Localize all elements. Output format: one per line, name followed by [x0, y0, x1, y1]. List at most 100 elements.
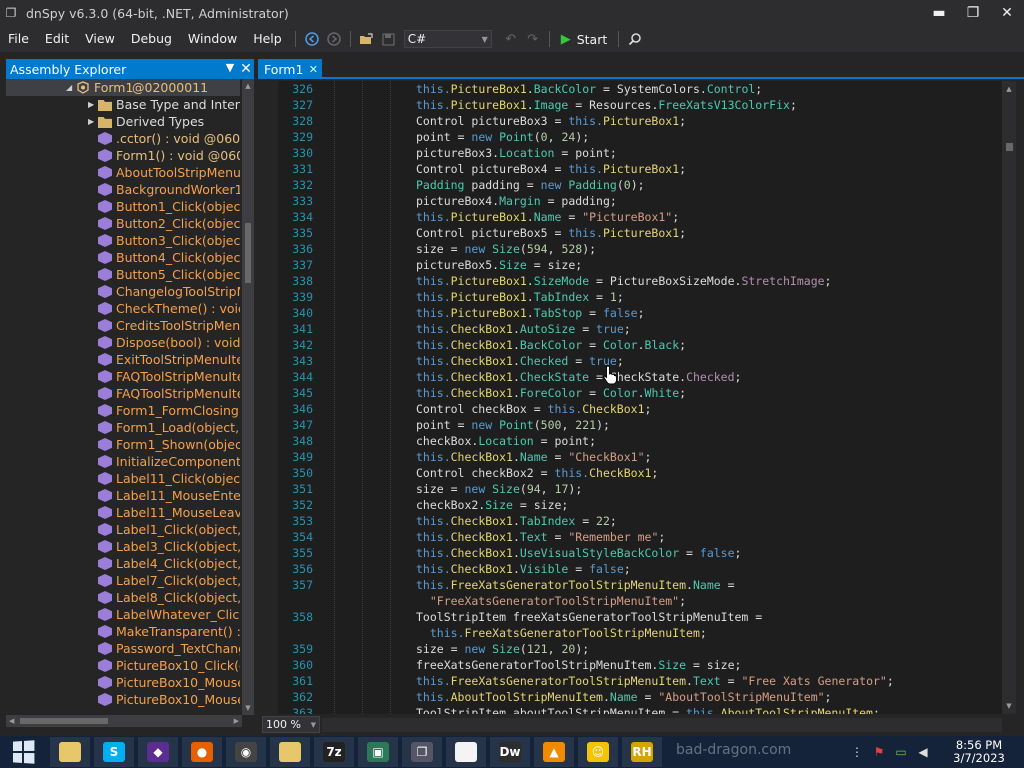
code-line[interactable]: 356 this.CheckBox1.Visible = false;: [278, 561, 1002, 577]
tree-item[interactable]: Password_TextChang: [6, 640, 240, 657]
tree-item[interactable]: Label11_Click(object,: [6, 470, 240, 487]
tree-item[interactable]: Form1_Shown(object: [6, 436, 240, 453]
code-line[interactable]: 338 this.PictureBox1.SizeMode = PictureBo…: [278, 273, 1002, 289]
scroll-up-icon[interactable]: ▲: [242, 82, 254, 90]
tree-item[interactable]: Label1_Click(object, E: [6, 521, 240, 538]
network-icon[interactable]: ▭: [890, 745, 912, 759]
tree-item[interactable]: ExitToolStripMenuIte: [6, 351, 240, 368]
code-line[interactable]: 359 size = new Size(121, 20);: [278, 641, 1002, 657]
tree-item[interactable]: Form1_Load(object,: [6, 419, 240, 436]
visual-studio-app[interactable]: ◆: [138, 737, 178, 767]
skype-app[interactable]: S: [94, 737, 134, 767]
tree-item[interactable]: InitializeComponent(): [6, 453, 240, 470]
code-editor[interactable]: 326 this.PictureBox1.BackColor = SystemCo…: [278, 81, 1002, 714]
tree-item[interactable]: Button5_Click(object: [6, 266, 240, 283]
file-explorer-app[interactable]: [50, 737, 90, 767]
window-app[interactable]: ▣: [358, 737, 398, 767]
tree-item[interactable]: BackgroundWorker1_: [6, 181, 240, 198]
tree-item[interactable]: .cctor() : void @0600: [6, 130, 240, 147]
code-line[interactable]: 350 Control checkBox2 = this.CheckBox1;: [278, 465, 1002, 481]
clock[interactable]: 8:56 PM 3/7/2023: [934, 739, 1024, 765]
assembly-tree[interactable]: ◢ Form1 @02000011 ▶ Base Type and Interf ▶ De…: [6, 79, 240, 715]
code-line[interactable]: "FreeXatsGeneratorToolStripMenuItem";: [278, 593, 1002, 609]
panel-close-icon[interactable]: ✕: [238, 61, 254, 77]
tree-item[interactable]: ▶ Base Type and Interf: [6, 96, 240, 113]
gamepad-app[interactable]: ◉: [226, 737, 266, 767]
menu-edit[interactable]: Edit: [37, 26, 77, 52]
search-icon[interactable]: [624, 28, 646, 50]
tree-item[interactable]: FAQToolStripMenuIte: [6, 385, 240, 402]
close-button[interactable]: ✕: [990, 0, 1024, 26]
dreamweaver-app[interactable]: Dw: [490, 737, 530, 767]
code-line[interactable]: 361 this.FreeXatsGeneratorToolStripMenuIt…: [278, 673, 1002, 689]
tree-item[interactable]: Button2_Click(object: [6, 215, 240, 232]
code-line[interactable]: 355 this.CheckBox1.UseVisualStyleBackColo…: [278, 545, 1002, 561]
tab-form1[interactable]: Form1 ✕: [258, 59, 322, 79]
code-line[interactable]: 354 this.CheckBox1.Text = "Remember me";: [278, 529, 1002, 545]
tree-item[interactable]: CheckTheme() : void: [6, 300, 240, 317]
more-icon[interactable]: ⋮: [846, 745, 868, 759]
emoji-app[interactable]: ☺: [578, 737, 618, 767]
tab-close-icon[interactable]: ✕: [309, 63, 318, 76]
undo-icon[interactable]: ↶: [500, 28, 522, 50]
code-line[interactable]: 327 this.PictureBox1.Image = Resources.Fr…: [278, 97, 1002, 113]
code-line[interactable]: 360 freeXatsGeneratorToolStripMenuItem.Si…: [278, 657, 1002, 673]
panel-menu-icon[interactable]: ▼: [222, 61, 238, 77]
code-line[interactable]: 337 pictureBox5.Size = size;: [278, 257, 1002, 273]
restore-button[interactable]: ❐: [956, 0, 990, 26]
code-line[interactable]: 329 point = new Point(0, 24);: [278, 129, 1002, 145]
tree-item[interactable]: CreditsToolStripMenu: [6, 317, 240, 334]
scroll-right-icon[interactable]: ▶: [234, 715, 239, 727]
menu-view[interactable]: View: [77, 26, 123, 52]
language-select[interactable]: C# ▼: [403, 30, 492, 48]
start-button[interactable]: ▶ Start: [555, 32, 614, 47]
code-line[interactable]: 352 checkBox2.Size = size;: [278, 497, 1002, 513]
tree-item[interactable]: Dispose(bool) : void @: [6, 334, 240, 351]
code-line[interactable]: 326 this.PictureBox1.BackColor = SystemCo…: [278, 81, 1002, 97]
save-icon[interactable]: [378, 28, 400, 50]
tree-vertical-scrollbar[interactable]: ▲ ▼: [242, 79, 254, 715]
tree-item[interactable]: PictureBox10_MouseL: [6, 691, 240, 708]
folder-app[interactable]: [270, 737, 310, 767]
tree-item[interactable]: Button3_Click(object: [6, 232, 240, 249]
tree-item[interactable]: Label8_Click(object, E: [6, 589, 240, 606]
scroll-left-icon[interactable]: ◀: [9, 715, 14, 727]
code-line[interactable]: this.FreeXatsGeneratorToolStripMenuItem;: [278, 625, 1002, 641]
tree-item[interactable]: ◢ Form1 @02000011: [6, 79, 240, 96]
tree-item[interactable]: PictureBox10_MouseE: [6, 674, 240, 691]
resource-hacker-app[interactable]: RH: [622, 737, 662, 767]
scroll-down-icon[interactable]: ▼: [1002, 702, 1016, 710]
tree-item[interactable]: Form1() : void @0600: [6, 147, 240, 164]
code-line[interactable]: 348 checkBox.Location = point;: [278, 433, 1002, 449]
code-line[interactable]: 328 Control pictureBox3 = this.PictureBox…: [278, 113, 1002, 129]
code-line[interactable]: 336 size = new Size(594, 528);: [278, 241, 1002, 257]
tree-horizontal-scrollbar[interactable]: ◀ ▶: [6, 715, 242, 727]
code-line[interactable]: 362 this.AboutToolStripMenuItem.Name = "A…: [278, 689, 1002, 705]
code-line[interactable]: 334 this.PictureBox1.Name = "PictureBox1"…: [278, 209, 1002, 225]
vlc-app[interactable]: ▲: [534, 737, 574, 767]
menu-window[interactable]: Window: [180, 26, 245, 52]
tree-item[interactable]: FAQToolStripMenuIte: [6, 368, 240, 385]
code-line[interactable]: 335 Control pictureBox5 = this.PictureBox…: [278, 225, 1002, 241]
code-line[interactable]: 344 this.CheckBox1.CheckState = CheckStat…: [278, 369, 1002, 385]
back-icon[interactable]: [301, 28, 323, 50]
collapse-icon[interactable]: ◢: [66, 79, 72, 96]
code-line[interactable]: 332 Padding padding = new Padding(0);: [278, 177, 1002, 193]
windows-stack-app[interactable]: ❐: [402, 737, 442, 767]
tree-item[interactable]: Label11_MouseLeave: [6, 504, 240, 521]
volume-icon[interactable]: ◀: [912, 745, 934, 759]
firefox-app[interactable]: ●: [182, 737, 222, 767]
tree-item[interactable]: Label11_MouseEnter: [6, 487, 240, 504]
expand-icon[interactable]: ▶: [88, 96, 94, 113]
7zip-app[interactable]: 7z: [314, 737, 354, 767]
tree-item[interactable]: MakeTransparent() :: [6, 623, 240, 640]
code-line[interactable]: 340 this.PictureBox1.TabStop = false;: [278, 305, 1002, 321]
tree-item[interactable]: Button1_Click(object: [6, 198, 240, 215]
windows-start-button[interactable]: [0, 736, 46, 768]
code-line[interactable]: 342 this.CheckBox1.BackColor = Color.Blac…: [278, 337, 1002, 353]
scrollbar-thumb[interactable]: [1006, 143, 1013, 151]
expand-icon[interactable]: ▶: [88, 113, 94, 130]
forward-icon[interactable]: [323, 28, 345, 50]
code-line[interactable]: 346 Control checkBox = this.CheckBox1;: [278, 401, 1002, 417]
tree-item[interactable]: LabelWhatever_Click(: [6, 606, 240, 623]
